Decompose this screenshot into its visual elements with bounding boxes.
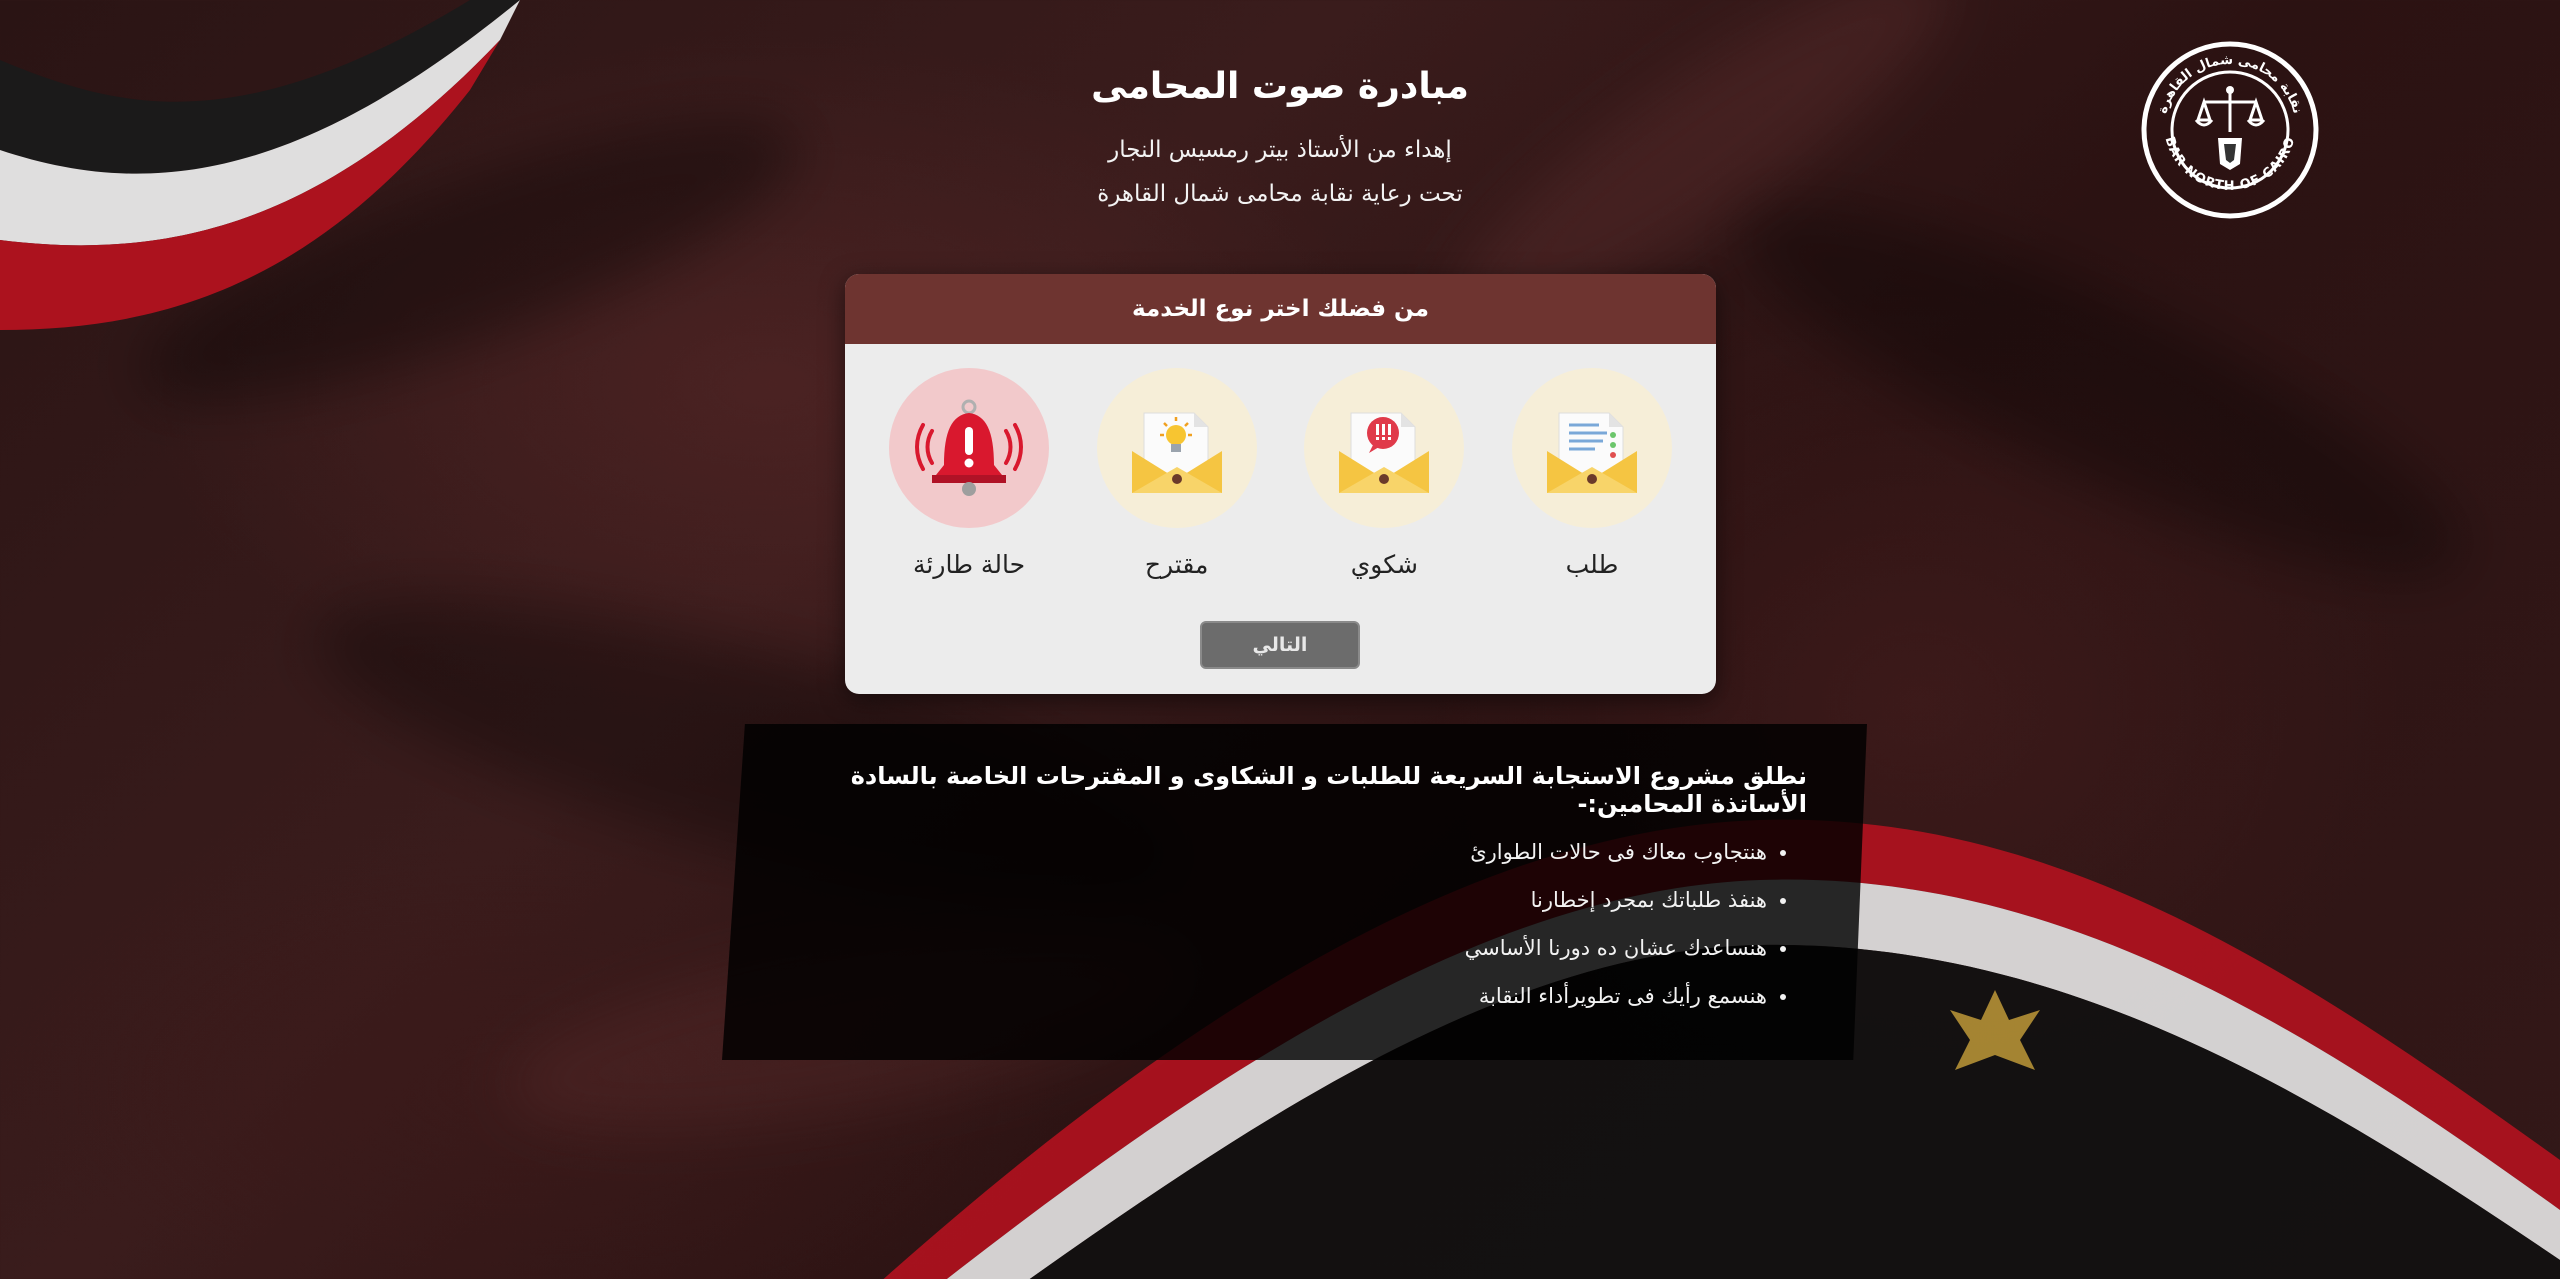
- request-envelope-icon: [1547, 412, 1637, 493]
- info-bullet: هنسمع رأيك فى تطويرأداء النقابة: [782, 984, 1767, 1008]
- info-bullet: هنتجاوب معاك فى حالات الطوارئ: [782, 840, 1767, 864]
- page-header: مبادرة صوت المحامى إهداء من الأستاذ بيتر…: [0, 66, 2560, 207]
- option-request[interactable]: طلب: [1512, 368, 1672, 579]
- complaint-envelope-icon: [1339, 412, 1430, 493]
- option-complaint[interactable]: شكوي: [1304, 368, 1465, 579]
- info-title: نطلق مشروع الاستجابة السريعة للطلبات و ا…: [850, 762, 1807, 818]
- option-emergency[interactable]: حالة طارئة: [889, 368, 1050, 579]
- option-request-label: طلب: [1565, 550, 1619, 579]
- request-icon-circle: [1512, 368, 1672, 528]
- sponsorship-text: تحت رعاية نقابة محامى شمال القاهرة: [1097, 181, 1463, 207]
- page-title: مبادرة صوت المحامى: [1091, 66, 1469, 107]
- next-button[interactable]: التالي: [1200, 621, 1360, 669]
- emergency-icon-circle: [889, 368, 1050, 528]
- info-panel: نطلق مشروع الاستجابة السريعة للطلبات و ا…: [722, 724, 1867, 1060]
- option-complaint-label: شكوي: [1350, 550, 1418, 579]
- dedication-text: إهداء من الأستاذ بيتر رمسيس النجار: [1108, 137, 1452, 163]
- complaint-icon-circle: [1304, 368, 1465, 528]
- emergency-bell-icon: [915, 399, 1024, 496]
- service-options: طلب شكوي مقترح حالة طارئة: [845, 344, 1716, 579]
- service-selection-card: من فضلك اختر نوع الخدمة طلب شكوي مقترح ح…: [845, 274, 1716, 694]
- option-suggestion-label: مقترح: [1144, 550, 1209, 579]
- info-bullet: هنفذ طلباتك بمجرد إخطارنا: [782, 888, 1767, 912]
- option-suggestion[interactable]: مقترح: [1096, 368, 1257, 579]
- suggestion-icon-circle: [1096, 368, 1257, 528]
- info-bullet: هنساعدك عشان ده دورنا الأساسي: [782, 936, 1767, 960]
- option-emergency-label: حالة طارئة: [913, 550, 1026, 579]
- suggestion-envelope-icon: [1131, 412, 1222, 493]
- info-list: هنتجاوب معاك فى حالات الطوارئ هنفذ طلبات…: [782, 840, 1807, 1008]
- service-card-heading: من فضلك اختر نوع الخدمة: [845, 274, 1716, 344]
